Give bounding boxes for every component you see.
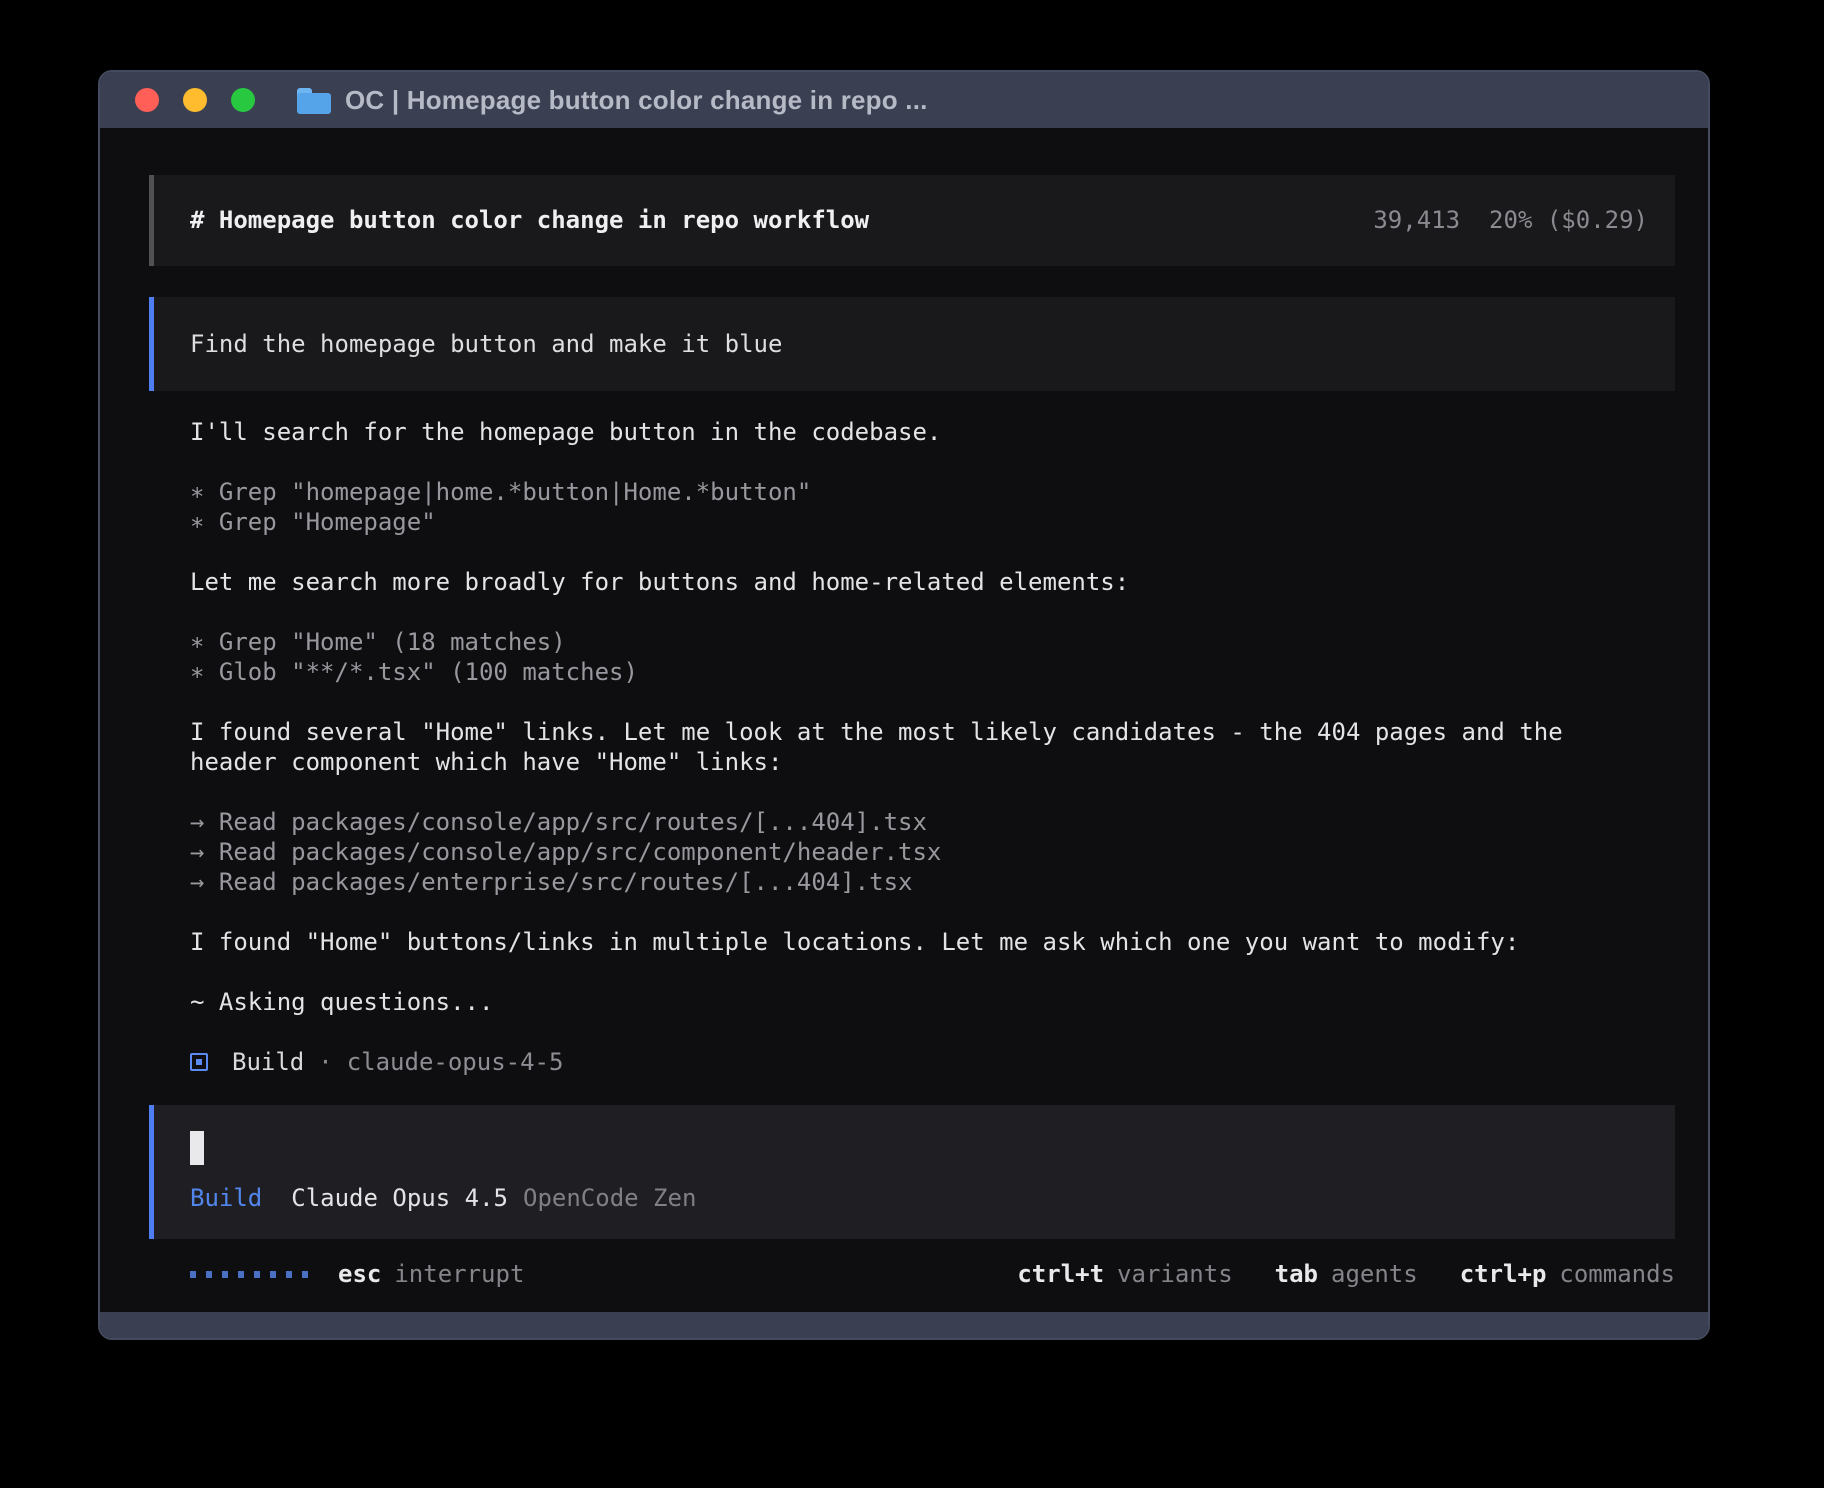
spinner-icon — [190, 1271, 308, 1278]
build-agent-icon — [190, 1053, 208, 1071]
provider-label: OpenCode Zen — [523, 1183, 696, 1213]
tool-call-read: → Read packages/console/app/src/componen… — [190, 837, 1675, 867]
tool-call-grep: ∗ Grep "homepage|home.*button|Home.*butt… — [190, 477, 1675, 507]
text-cursor — [190, 1131, 204, 1165]
commands-label: commands — [1559, 1259, 1675, 1289]
tool-call-grep: ∗ Grep "Homepage" — [190, 507, 1675, 537]
hint-commands: ctrl+p commands — [1460, 1259, 1675, 1289]
window-title: OC | Homepage button color change in rep… — [345, 85, 928, 116]
token-count: 39,413 — [1373, 205, 1460, 235]
model-label: Claude Opus 4.5 — [291, 1183, 508, 1213]
context-usage: 20% ($0.29) — [1489, 205, 1648, 235]
tool-call-read: → Read packages/console/app/src/routes/[… — [190, 807, 1675, 837]
assistant-text: I found several "Home" links. Let me loo… — [190, 717, 1675, 747]
interrupt-hint: esc interrupt — [190, 1259, 524, 1289]
assistant-text: Let me search more broadly for buttons a… — [190, 567, 1675, 597]
tool-call-read: → Read packages/enterprise/src/routes/[.… — [190, 867, 1675, 897]
status-bar: esc interrupt ctrl+t variants tab agents… — [190, 1259, 1675, 1289]
titlebar[interactable]: OC | Homepage button color change in rep… — [100, 72, 1708, 128]
tool-call-glob: ∗ Glob "**/*.tsx" (100 matches) — [190, 657, 1675, 687]
user-message: Find the homepage button and make it blu… — [149, 297, 1675, 391]
variants-label: variants — [1117, 1259, 1233, 1289]
minimize-button[interactable] — [183, 88, 207, 112]
interrupt-label: interrupt — [394, 1259, 524, 1289]
model-name: claude-opus-4-5 — [347, 1048, 564, 1076]
assistant-text: I found "Home" buttons/links in multiple… — [190, 927, 1675, 957]
terminal-content[interactable]: # Homepage button color change in repo w… — [100, 128, 1708, 1312]
tab-key: tab — [1275, 1259, 1318, 1289]
session-header: # Homepage button color change in repo w… — [149, 175, 1675, 266]
user-message-text: Find the homepage button and make it blu… — [190, 329, 1648, 359]
assistant-text: I'll search for the homepage button in t… — [190, 417, 1675, 447]
input-status-row: Build Claude Opus 4.5 OpenCode Zen — [190, 1183, 1639, 1213]
asking-status-text: ~ Asking questions... — [190, 987, 1675, 1017]
prompt-input[interactable]: Build Claude Opus 4.5 OpenCode Zen — [149, 1105, 1675, 1239]
agent-badge[interactable]: Build — [190, 1183, 262, 1213]
agent-status-row: Build · claude-opus-4-5 — [190, 1047, 1675, 1077]
session-stats: 39,413 20% ($0.29) — [1373, 205, 1648, 235]
esc-key: esc — [338, 1259, 381, 1289]
keyboard-hints: ctrl+t variants tab agents ctrl+p comman… — [1017, 1259, 1675, 1289]
hint-variants: ctrl+t variants — [1017, 1259, 1232, 1289]
separator-dot: · — [318, 1048, 332, 1076]
agent-name: Build — [232, 1048, 304, 1076]
session-title: # Homepage button color change in repo w… — [190, 205, 869, 235]
agents-label: agents — [1331, 1259, 1418, 1289]
assistant-text: header component which have "Home" links… — [190, 747, 1675, 777]
ctrl-p-key: ctrl+p — [1460, 1259, 1547, 1289]
ctrl-t-key: ctrl+t — [1017, 1259, 1104, 1289]
terminal-window: OC | Homepage button color change in rep… — [98, 70, 1710, 1340]
close-button[interactable] — [135, 88, 159, 112]
window-bottom-chrome — [100, 1312, 1708, 1338]
folder-icon — [297, 90, 331, 114]
hint-agents: tab agents — [1275, 1259, 1418, 1289]
tool-call-grep: ∗ Grep "Home" (18 matches) — [190, 627, 1675, 657]
zoom-button[interactable] — [231, 88, 255, 112]
